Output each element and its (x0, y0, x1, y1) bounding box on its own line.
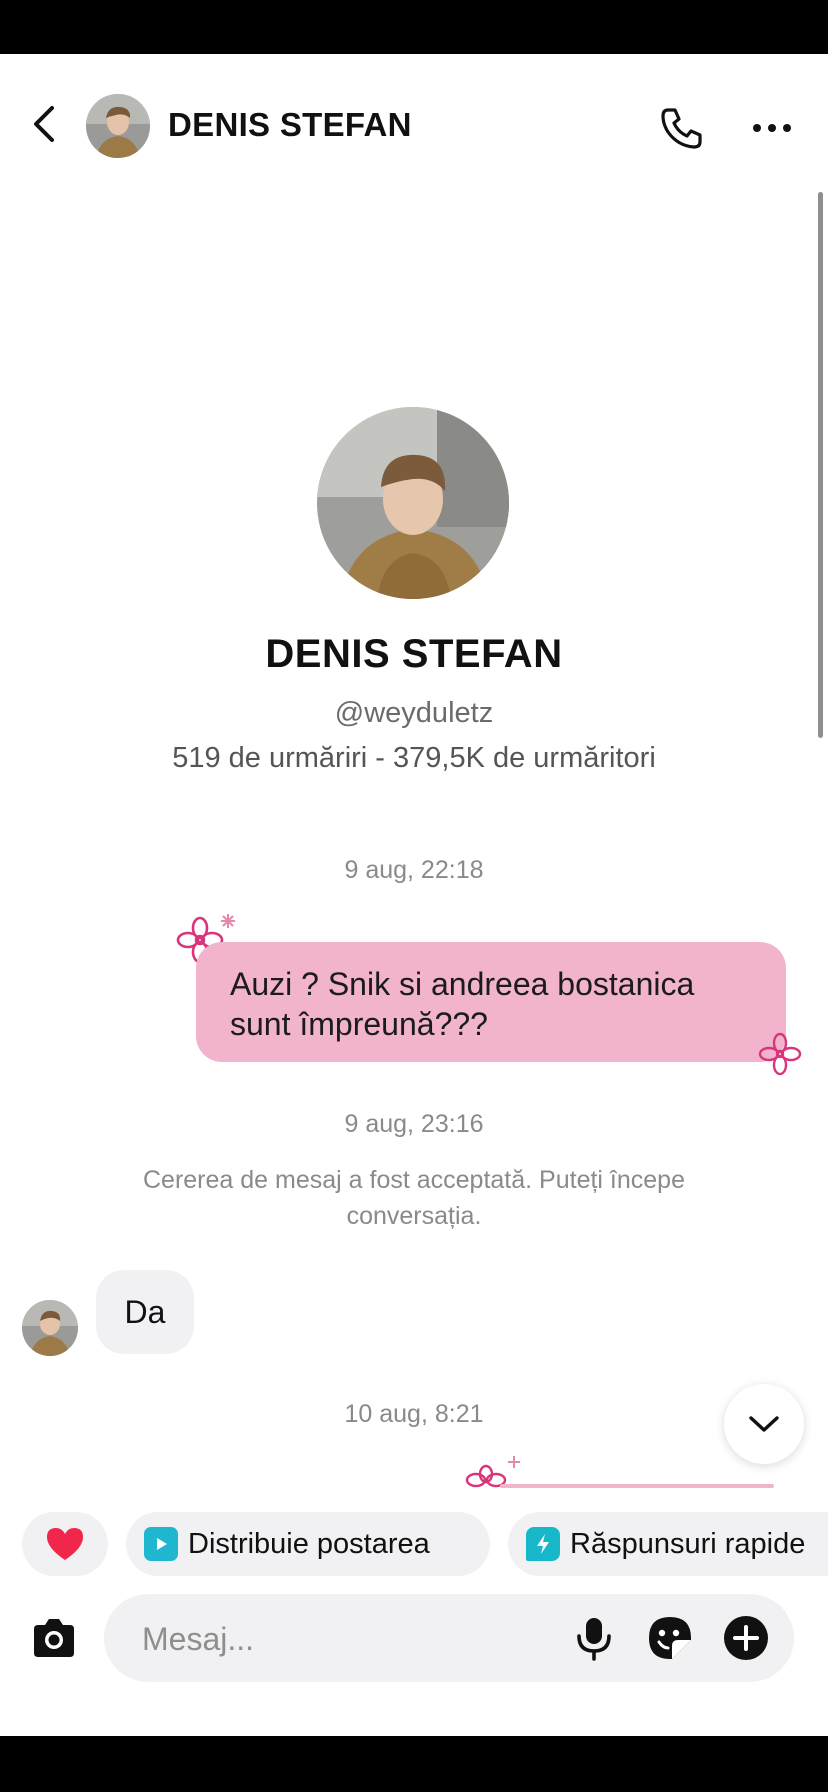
scroll-to-bottom-button[interactable] (724, 1384, 804, 1464)
more-attachments-button[interactable] (722, 1614, 770, 1662)
more-options-button[interactable] (744, 104, 800, 152)
sticker-icon (649, 1617, 691, 1659)
message-timestamp: 9 aug, 22:18 (344, 856, 484, 884)
incoming-message[interactable]: Da (96, 1270, 194, 1354)
camera-icon (34, 1619, 74, 1657)
quick-replies-chip[interactable]: Răspunsuri rapide (508, 1512, 828, 1576)
avatar[interactable] (22, 1300, 78, 1356)
chevron-left-icon (34, 106, 54, 142)
share-post-chip[interactable]: Distribuie postarea (126, 1512, 490, 1576)
profile-avatar[interactable] (317, 407, 509, 599)
more-horizontal-icon (753, 124, 761, 132)
chat-header: DENIS STEFAN (0, 54, 828, 198)
profile-stats: 519 de urmăriri - 379,5K de urmăritori (172, 742, 656, 774)
play-square-icon (144, 1527, 178, 1561)
plus-circle-icon (724, 1616, 768, 1660)
heart-icon (47, 1528, 83, 1560)
back-button[interactable] (22, 102, 66, 146)
flower-decoration-icon (465, 1456, 520, 1488)
call-button[interactable] (658, 104, 706, 152)
quick-actions-bar: Distribuie postarea Răspunsuri rapide (0, 1508, 828, 1580)
navigation-bar (0, 1736, 828, 1792)
system-note: Cererea de mesaj a fost acceptată. Puteț… (143, 1166, 685, 1230)
sticker-button[interactable] (646, 1614, 694, 1662)
flower-decoration-icon (758, 1032, 802, 1076)
outgoing-message[interactable]: Auzi ? Snik si andreea bostanica sunt îm… (196, 942, 786, 1062)
partial-message-bubble (500, 1484, 774, 1488)
contact-name[interactable]: DENIS STEFAN (168, 106, 412, 144)
voice-message-button[interactable] (570, 1614, 618, 1662)
avatar[interactable] (86, 94, 150, 158)
message-timestamp: 9 aug, 23:16 (344, 1110, 484, 1138)
message-timestamp: 10 aug, 8:21 (344, 1400, 484, 1428)
share-post-label: Distribuie postarea (188, 1527, 430, 1560)
profile-name: DENIS STEFAN (265, 632, 563, 676)
message-input[interactable] (140, 1594, 524, 1684)
quick-replies-label: Răspunsuri rapide (570, 1527, 806, 1560)
like-chip[interactable] (22, 1512, 108, 1576)
status-bar (0, 0, 828, 54)
phone-icon (661, 108, 702, 149)
profile-handle: @weyduletz (334, 697, 494, 729)
microphone-icon (577, 1618, 611, 1661)
bolt-bubble-icon (526, 1527, 560, 1561)
chevron-down-icon (749, 1416, 779, 1432)
message-composer (104, 1594, 794, 1684)
camera-button[interactable] (28, 1612, 80, 1664)
